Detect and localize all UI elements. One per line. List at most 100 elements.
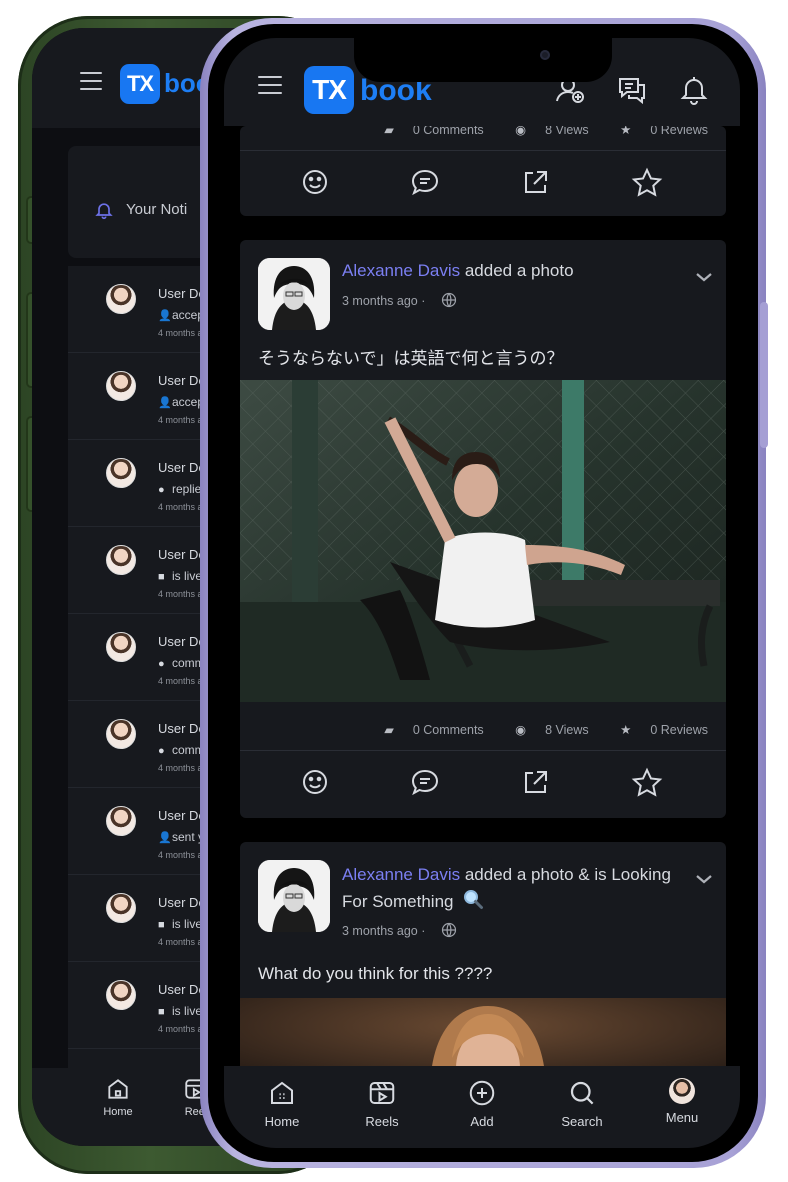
bell-icon <box>95 203 113 220</box>
magnifier-emoji-icon <box>462 888 484 918</box>
chevron-down-icon[interactable] <box>694 270 714 284</box>
comments-count[interactable]: 0 Comments <box>413 723 484 737</box>
comment-icon[interactable] <box>408 166 442 200</box>
reels-icon <box>369 1082 395 1104</box>
video-icon: ■ <box>158 571 165 583</box>
front-phone-screen: TX book ▰ 0 Comments ◉ 8 Views ★ 0 Reviews <box>224 38 740 1148</box>
bell-icon[interactable] <box>678 74 710 106</box>
avatar <box>106 893 136 923</box>
avatar[interactable] <box>258 860 330 932</box>
post-author[interactable]: Alexanne Davis <box>342 261 460 280</box>
comment-icon: ● <box>158 484 165 496</box>
hamburger-menu-icon[interactable] <box>258 76 282 100</box>
profile-avatar <box>669 1078 695 1104</box>
nav-menu-label: Menu <box>665 1110 699 1125</box>
avatar <box>106 980 136 1010</box>
post-author[interactable]: Alexanne Davis <box>342 865 460 884</box>
notch <box>354 38 612 82</box>
notification-action: is live <box>172 569 203 583</box>
post-text: そうならないで」は英語で何と言うの？ <box>258 349 564 368</box>
avatar <box>106 719 136 749</box>
reviews-count[interactable]: 0 Reviews <box>650 126 708 137</box>
comment-icon: ● <box>158 658 165 670</box>
post-stats: ▰ 0 Comments ◉ 8 Views ★ 0 Reviews <box>356 722 708 737</box>
nav-search[interactable]: Search <box>542 1078 622 1129</box>
notification-action: is live <box>172 1004 203 1018</box>
nav-add-label: Add <box>470 1114 494 1129</box>
views-icon: ◉ <box>515 126 527 137</box>
reaction-row <box>240 152 726 216</box>
reviews-count[interactable]: 0 Reviews <box>650 723 708 737</box>
post-time: 3 months ago · <box>342 294 426 308</box>
post-card: Alexanne Davis added a photo 3 months ag… <box>240 240 726 818</box>
bottom-nav: Home Reels Add Search Menu <box>224 1066 740 1148</box>
post-text: What do you think for this ???? <box>258 964 493 983</box>
user-plus-icon: 👤 <box>158 310 172 322</box>
globe-icon <box>441 292 457 311</box>
reaction-row <box>240 752 726 816</box>
back-nav-home-label: Home <box>103 1106 133 1118</box>
add-icon <box>469 1080 495 1106</box>
share-icon[interactable] <box>518 166 552 200</box>
divider <box>240 750 726 751</box>
post-card: ▰ 0 Comments ◉ 8 Views ★ 0 Reviews <box>240 126 726 216</box>
comments-icon: ▰ <box>384 723 394 737</box>
views-count: 8 Views <box>545 723 589 737</box>
notification-action: replie <box>172 482 202 496</box>
post-meta: 3 months ago · <box>342 292 457 311</box>
globe-icon <box>441 922 457 941</box>
comments-count[interactable]: 0 Comments <box>413 126 484 137</box>
emoji-reaction-icon[interactable] <box>298 766 332 800</box>
video-icon: ■ <box>158 919 165 931</box>
search-icon <box>570 1081 594 1105</box>
nav-menu[interactable]: Menu <box>642 1078 722 1125</box>
reviews-icon: ★ <box>620 723 632 737</box>
comment-icon[interactable] <box>408 766 442 800</box>
post-stats: ▰ 0 Comments ◉ 8 Views ★ 0 Reviews <box>356 126 708 137</box>
home-icon <box>271 1081 293 1104</box>
views-count: 8 Views <box>545 126 589 137</box>
user-plus-icon: 👤 <box>158 832 172 844</box>
post-card: Alexanne Davis added a photo & is Lookin… <box>240 842 726 1092</box>
emoji-reaction-icon[interactable] <box>298 166 332 200</box>
post-photo[interactable] <box>240 380 726 702</box>
post-header: Alexanne Davis added a photo <box>342 258 574 284</box>
avatar <box>106 632 136 662</box>
post-header: Alexanne Davis added a photo & is Lookin… <box>342 862 682 918</box>
post-meta: 3 months ago · <box>342 922 457 941</box>
nav-search-label: Search <box>561 1114 603 1129</box>
divider <box>240 150 726 151</box>
nav-reels[interactable]: Reels <box>342 1078 422 1129</box>
post-time: 3 months ago · <box>342 924 426 938</box>
avatar[interactable] <box>258 258 330 330</box>
logo-mark[interactable]: TX <box>120 64 160 104</box>
power-button <box>760 302 768 448</box>
views-icon: ◉ <box>515 723 527 737</box>
nav-home[interactable]: Home <box>242 1078 322 1129</box>
nav-add[interactable]: Add <box>442 1078 522 1129</box>
news-feed: ▰ 0 Comments ◉ 8 Views ★ 0 Reviews Alexanne… <box>224 126 740 1092</box>
notification-action: is live <box>172 917 203 931</box>
chevron-down-icon[interactable] <box>694 872 714 886</box>
home-icon <box>108 1079 128 1099</box>
messages-icon[interactable] <box>616 74 648 106</box>
avatar <box>106 806 136 836</box>
front-camera <box>540 50 550 60</box>
share-icon[interactable] <box>518 766 552 800</box>
logo-mark[interactable]: TX <box>304 66 354 114</box>
avatar <box>106 458 136 488</box>
star-icon[interactable] <box>630 766 664 800</box>
back-nav-home[interactable]: Home <box>88 1076 148 1118</box>
post-action: added a photo <box>460 261 574 280</box>
hamburger-menu-icon[interactable] <box>80 72 102 96</box>
avatar <box>106 371 136 401</box>
nav-home-label: Home <box>264 1114 300 1129</box>
avatar <box>106 284 136 314</box>
avatar <box>106 545 136 575</box>
comment-icon: ● <box>158 745 165 757</box>
user-plus-icon: 👤 <box>158 397 172 409</box>
nav-reels-label: Reels <box>365 1114 399 1129</box>
comments-icon: ▰ <box>384 126 394 137</box>
star-icon[interactable] <box>630 166 664 200</box>
video-icon: ■ <box>158 1006 165 1018</box>
